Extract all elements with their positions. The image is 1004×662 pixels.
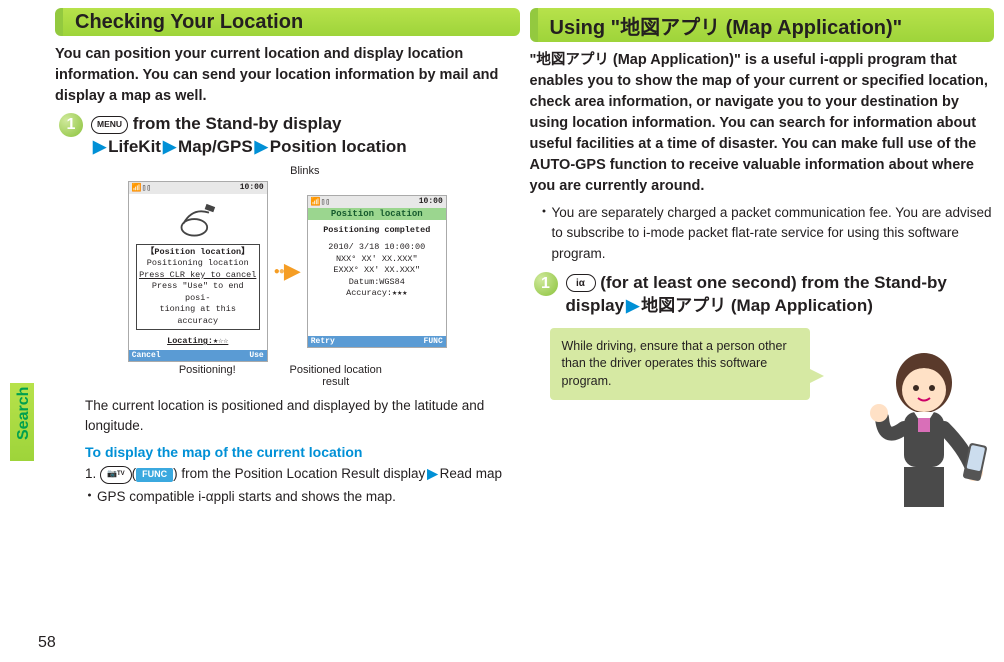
menu-key-icon: MENU [91,116,128,134]
display-map-steps: 1. 📷TV(FUNC) from the Position Location … [85,464,520,507]
nav-arrow-icon: ▶ [161,137,178,156]
phone-header: Position location [308,208,446,220]
phone-screenshots: 📶▯▯ 10:00 【Position location】 Positionin… [55,181,520,362]
step-text: iα (for at least one second) from the St… [566,272,995,318]
signal-icon: 📶▯▯ [132,183,152,193]
softkey-right: Use [249,351,263,360]
blinks-label: Blinks [55,165,320,177]
right-title: Using "地図アプリ (Map Application)" [530,8,995,42]
phone-screen-positioning: 📶▯▯ 10:00 【Position location】 Positionin… [128,181,268,362]
nav-arrow-icon: ▶ [91,137,108,156]
map-app-path: 地図アプリ (Map Application) [641,296,873,315]
camera-key-icon: 📷TV [100,466,132,484]
list-number: 1. [85,466,100,481]
phone-body: Positioning completed 2010/ 3/18 10:00:0… [308,220,446,336]
step-after-key: from the Stand-by display [128,114,341,133]
left-step-1: 1 MENU from the Stand-by display ▶LifeKi… [59,113,520,159]
phone-info-box: 【Position location】 Positioning location… [136,244,260,330]
phone-screen-result: 📶▯▯ 10:00 Position location Positioning … [307,195,447,348]
list-text: ) from the Position Location Result disp… [173,466,425,481]
phone-section-title: 【Position location】 [139,247,257,258]
phone-clock: 10:00 [419,197,443,207]
page-content: Checking Your Location You can position … [0,0,1004,662]
nav-arrow-icon: ▶ [253,137,270,156]
packet-fee-note: You are separately charged a packet comm… [540,203,995,264]
driving-warning-callout: While driving, ensure that a person othe… [550,328,810,401]
subheading-display-map: To display the map of the current locati… [85,444,520,460]
left-title: Checking Your Location [55,8,520,36]
right-intro: "地図アプリ (Map Application)" is a useful i-… [530,50,995,197]
nav-arrow-icon: ▶ [624,296,641,315]
step-text: MENU from the Stand-by display ▶LifeKit▶… [91,113,407,159]
phone-line: EXXX° XX' XX.XXX" [311,265,443,276]
satellite-icon [132,196,264,242]
func-button-icon: FUNC [136,468,173,482]
phone-line: Press CLR key to cancel [139,270,257,281]
nav-path-3: Position location [270,137,407,156]
step-number: 1 [534,272,558,296]
phone-line: NXX° XX' XX.XXX" [311,254,443,265]
nav-path-1: LifeKit [108,137,161,156]
left-intro: You can position your current location a… [55,44,520,107]
phone-line: Datum:WGS84 [311,277,443,288]
caption-result: Positioned location result [276,364,396,388]
assistant-character-icon [854,348,994,518]
phone-line: 2010/ 3/18 10:00:00 [311,242,443,253]
gps-bullet: GPS compatible i-αppli starts and shows … [85,487,520,507]
transition-arrow-icon: ●●▶ [274,258,301,284]
signal-icon: 📶▯▯ [311,197,331,207]
i-alpha-key-icon: iα [566,274,596,292]
nav-arrow-icon: ▶ [425,466,439,481]
left-column: Checking Your Location You can position … [55,8,520,654]
softkey-left: Cancel [132,351,161,360]
phone-line: Positioning completed [311,225,443,236]
phone-softkeys: Retry FUNC [308,336,446,347]
phone-line: tioning at this accuracy [139,304,257,327]
step-number: 1 [59,113,83,137]
softkey-right: FUNC [424,337,443,346]
phone-status-bar: 📶▯▯ 10:00 [308,196,446,208]
right-step-1: 1 iα (for at least one second) from the … [534,272,995,318]
phone-line: Accuracy:★★★ [311,288,443,299]
phone-clock: 10:00 [240,183,264,193]
caption-positioning: Positioning! [179,364,236,388]
phone-line: Press "Use" to end posi- [139,281,257,304]
side-tab-label: Search [15,387,33,440]
phone-status-bar: 📶▯▯ 10:00 [129,182,267,194]
result-description: The current location is positioned and d… [85,396,520,437]
phone-softkeys: Cancel Use [129,350,267,361]
phone-body: 【Position location】 Positioning location… [129,194,267,350]
nav-path-2: Map/GPS [178,137,253,156]
right-notes: You are separately charged a packet comm… [540,203,995,264]
phone-line: Positioning location [139,258,257,269]
phone-locating-text: Locating:★☆☆ [132,336,264,347]
right-column: Using "地図アプリ (Map Application)" "地図アプリ (… [530,8,995,654]
softkey-left: Retry [311,337,335,346]
phone-captions: Positioning! Positioned location result [55,364,520,388]
page-number: 58 [38,634,56,652]
read-map-text: Read map [440,466,502,481]
callout-container: While driving, ensure that a person othe… [530,328,995,518]
